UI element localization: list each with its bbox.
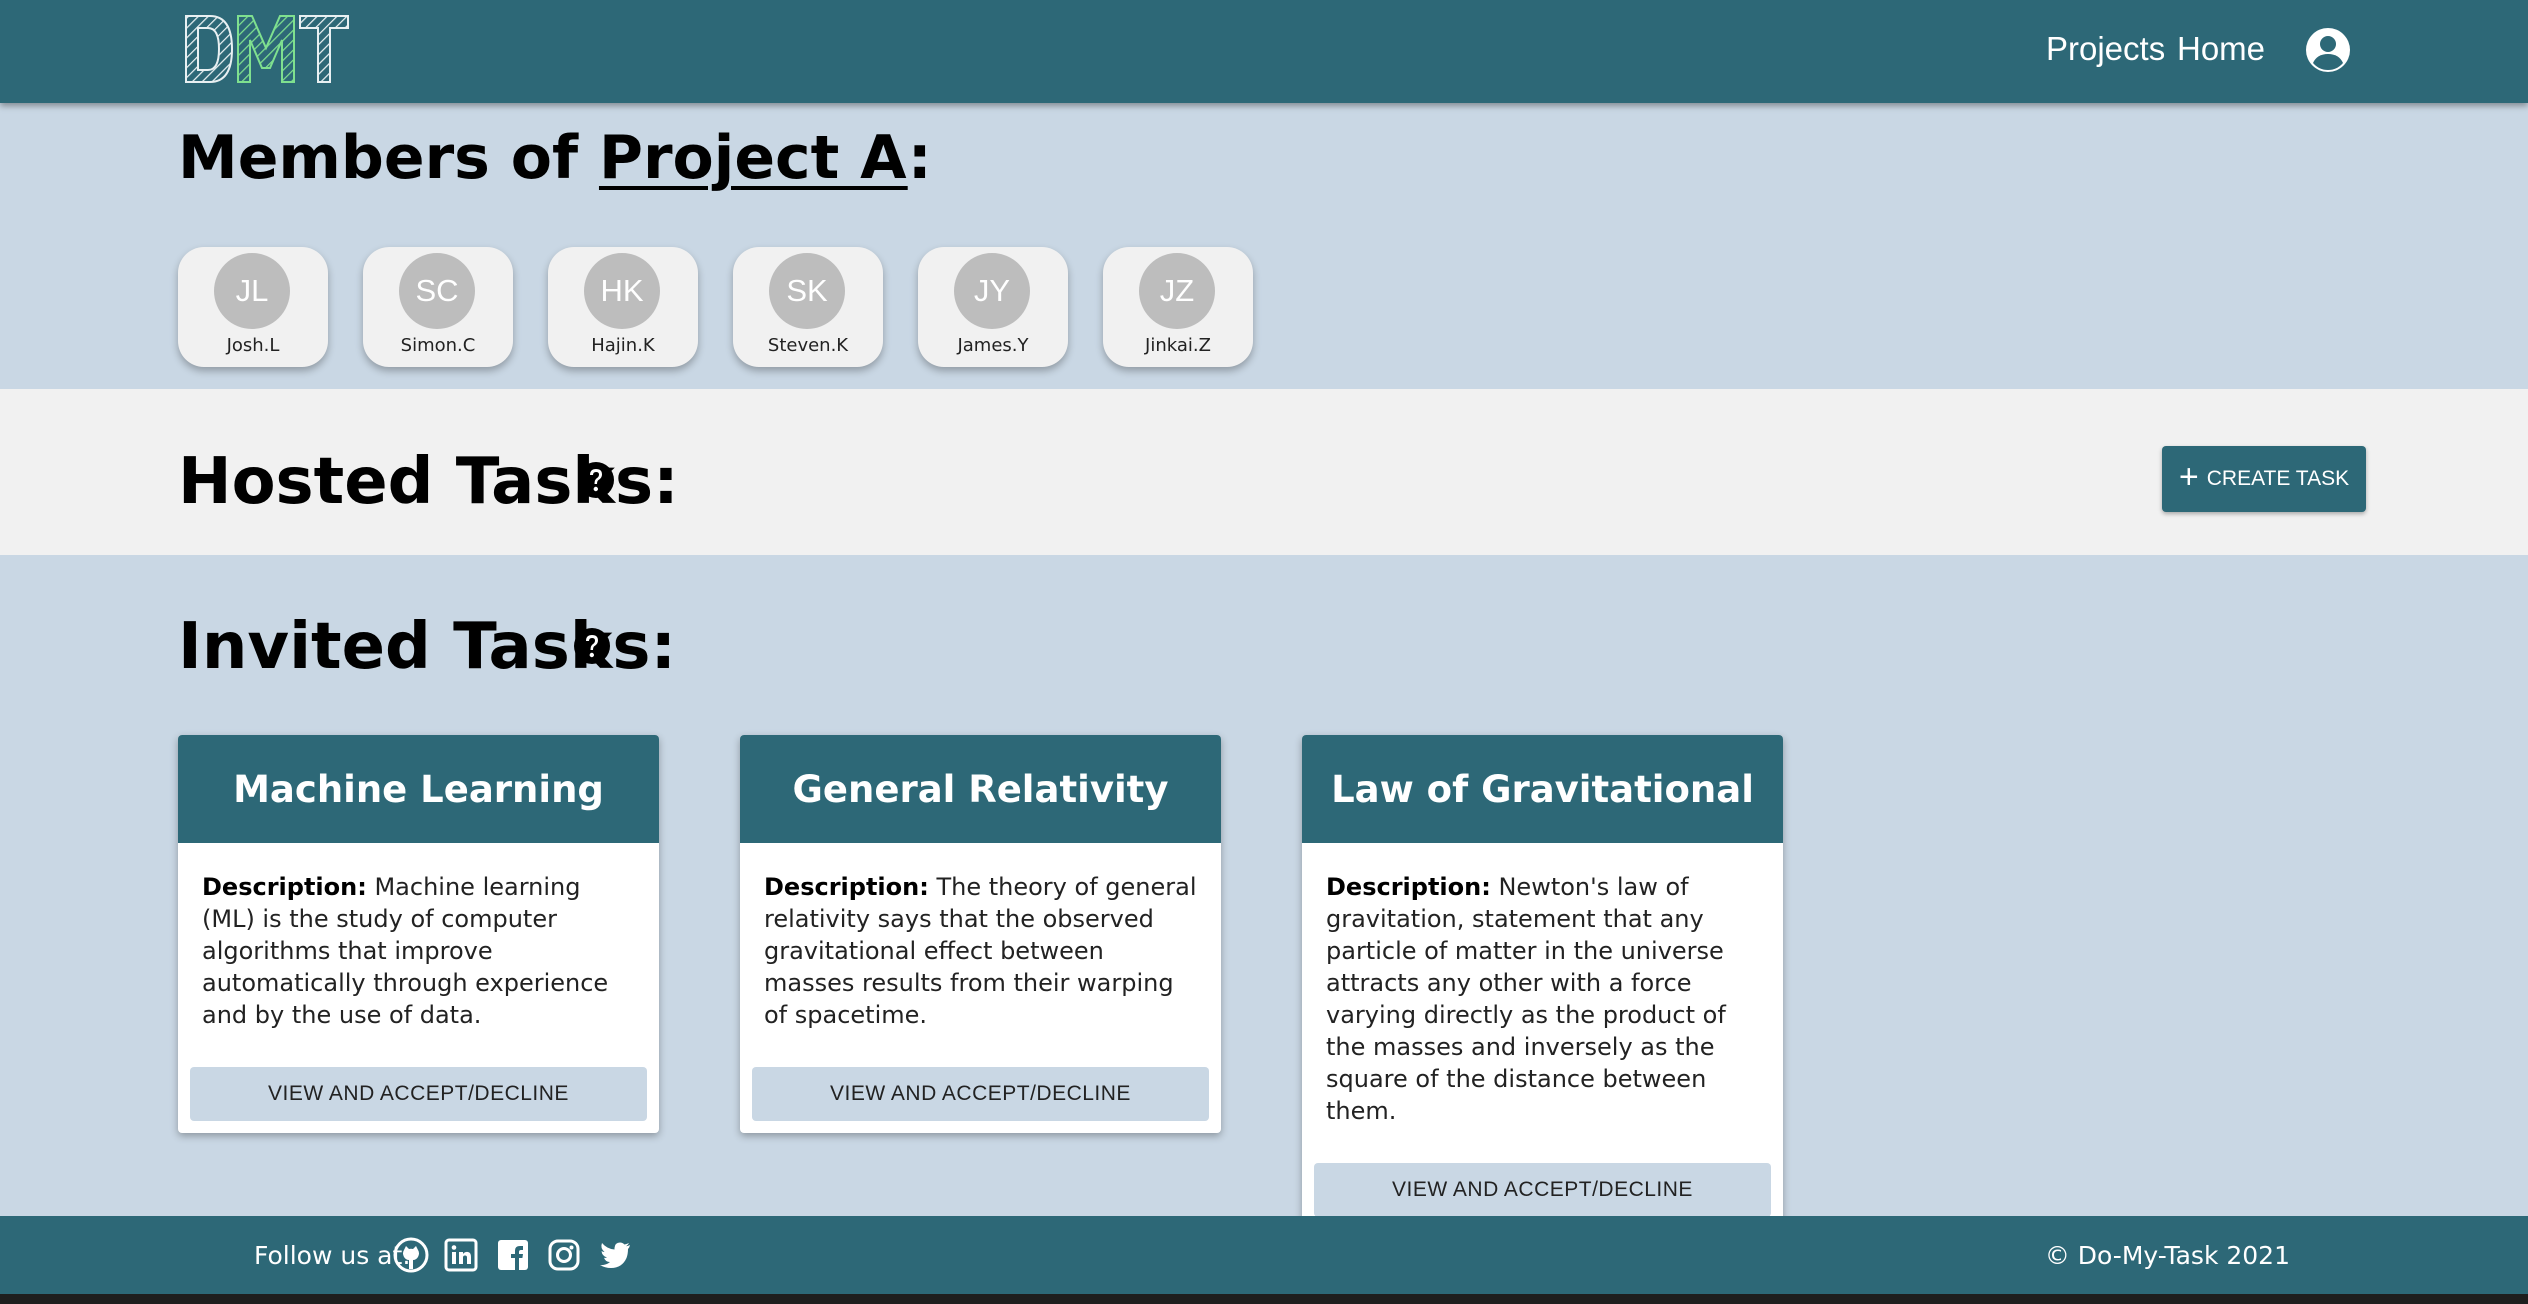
follow-us-label: Follow us at: (254, 1241, 411, 1270)
members-title-suffix: : (907, 123, 932, 193)
member-card[interactable]: HK Hajin.K (548, 247, 698, 367)
member-name: Simon.C (400, 335, 476, 356)
task-description: Description: The theory of general relat… (740, 843, 1221, 1031)
member-name: Steven.K (767, 335, 849, 356)
create-task-button[interactable]: + CREATE TASK (2162, 446, 2366, 512)
task-title: Machine Learning (178, 735, 659, 843)
top-navbar: Projects Home (0, 0, 2528, 103)
member-name: Jinkai.Z (1145, 335, 1211, 356)
task-card: General Relativity Description: The theo… (740, 735, 1221, 1133)
avatar: SC (399, 253, 475, 329)
task-description: Description: Newton's law of gravitation… (1302, 843, 1783, 1127)
account-circle-icon[interactable] (2304, 26, 2352, 74)
member-name: Josh.L (226, 335, 280, 356)
member-card[interactable]: JL Josh.L (178, 247, 328, 367)
avatar: SK (769, 253, 845, 329)
window-bottom-strip (0, 1294, 2528, 1304)
member-card[interactable]: JY James.Y (918, 247, 1068, 367)
task-title: Law of Gravitational (1302, 735, 1783, 843)
task-card: Machine Learning Description: Machine le… (178, 735, 659, 1133)
description-label: Description: (202, 873, 367, 901)
instagram-icon[interactable] (545, 1236, 583, 1274)
member-card[interactable]: SK Steven.K (733, 247, 883, 367)
view-accept-decline-button[interactable]: VIEW AND ACCEPT/DECLINE (190, 1067, 647, 1121)
nav-link-home[interactable]: Home (2177, 30, 2265, 68)
members-section: Members of Project A: JL Josh.L SC Simon… (0, 103, 2528, 389)
plus-icon: + (2178, 458, 2199, 496)
copyright-text: © Do-My-Task 2021 (2044, 1241, 2290, 1270)
dmt-logo[interactable] (182, 12, 352, 86)
task-description: Description: Machine learning (ML) is th… (178, 843, 659, 1031)
question-circle-icon[interactable] (577, 461, 615, 499)
view-accept-decline-button[interactable]: VIEW AND ACCEPT/DECLINE (1314, 1163, 1771, 1217)
member-name: James.Y (957, 335, 1029, 356)
github-icon[interactable] (392, 1236, 430, 1274)
facebook-icon[interactable] (494, 1236, 532, 1274)
member-card[interactable]: SC Simon.C (363, 247, 513, 367)
member-card[interactable]: JZ Jinkai.Z (1103, 247, 1253, 367)
footer: Follow us at: © Do-My-Task 2021 (0, 1216, 2528, 1294)
create-task-label: CREATE TASK (2206, 467, 2350, 490)
avatar: JL (214, 253, 290, 329)
linkedin-icon[interactable] (442, 1236, 480, 1274)
avatar: JY (954, 253, 1030, 329)
task-title: General Relativity (740, 735, 1221, 843)
view-accept-decline-button[interactable]: VIEW AND ACCEPT/DECLINE (752, 1067, 1209, 1121)
hosted-tasks-section: Hosted Tasks: + CREATE TASK (0, 389, 2528, 555)
description-label: Description: (764, 873, 929, 901)
nav-link-projects[interactable]: Projects (2046, 30, 2165, 68)
question-circle-icon[interactable] (573, 627, 611, 665)
members-title: Members of Project A: (178, 123, 932, 193)
description-label: Description: (1326, 873, 1491, 901)
project-name-link[interactable]: Project A (599, 123, 908, 193)
member-name: Hajin.K (591, 335, 655, 356)
description-text: Newton's law of gravitation, statement t… (1326, 873, 1726, 1125)
members-title-prefix: Members of (178, 123, 599, 193)
task-card: Law of Gravitational Description: Newton… (1302, 735, 1783, 1229)
avatar: HK (584, 253, 660, 329)
twitter-icon[interactable] (596, 1236, 634, 1274)
avatar: JZ (1139, 253, 1215, 329)
